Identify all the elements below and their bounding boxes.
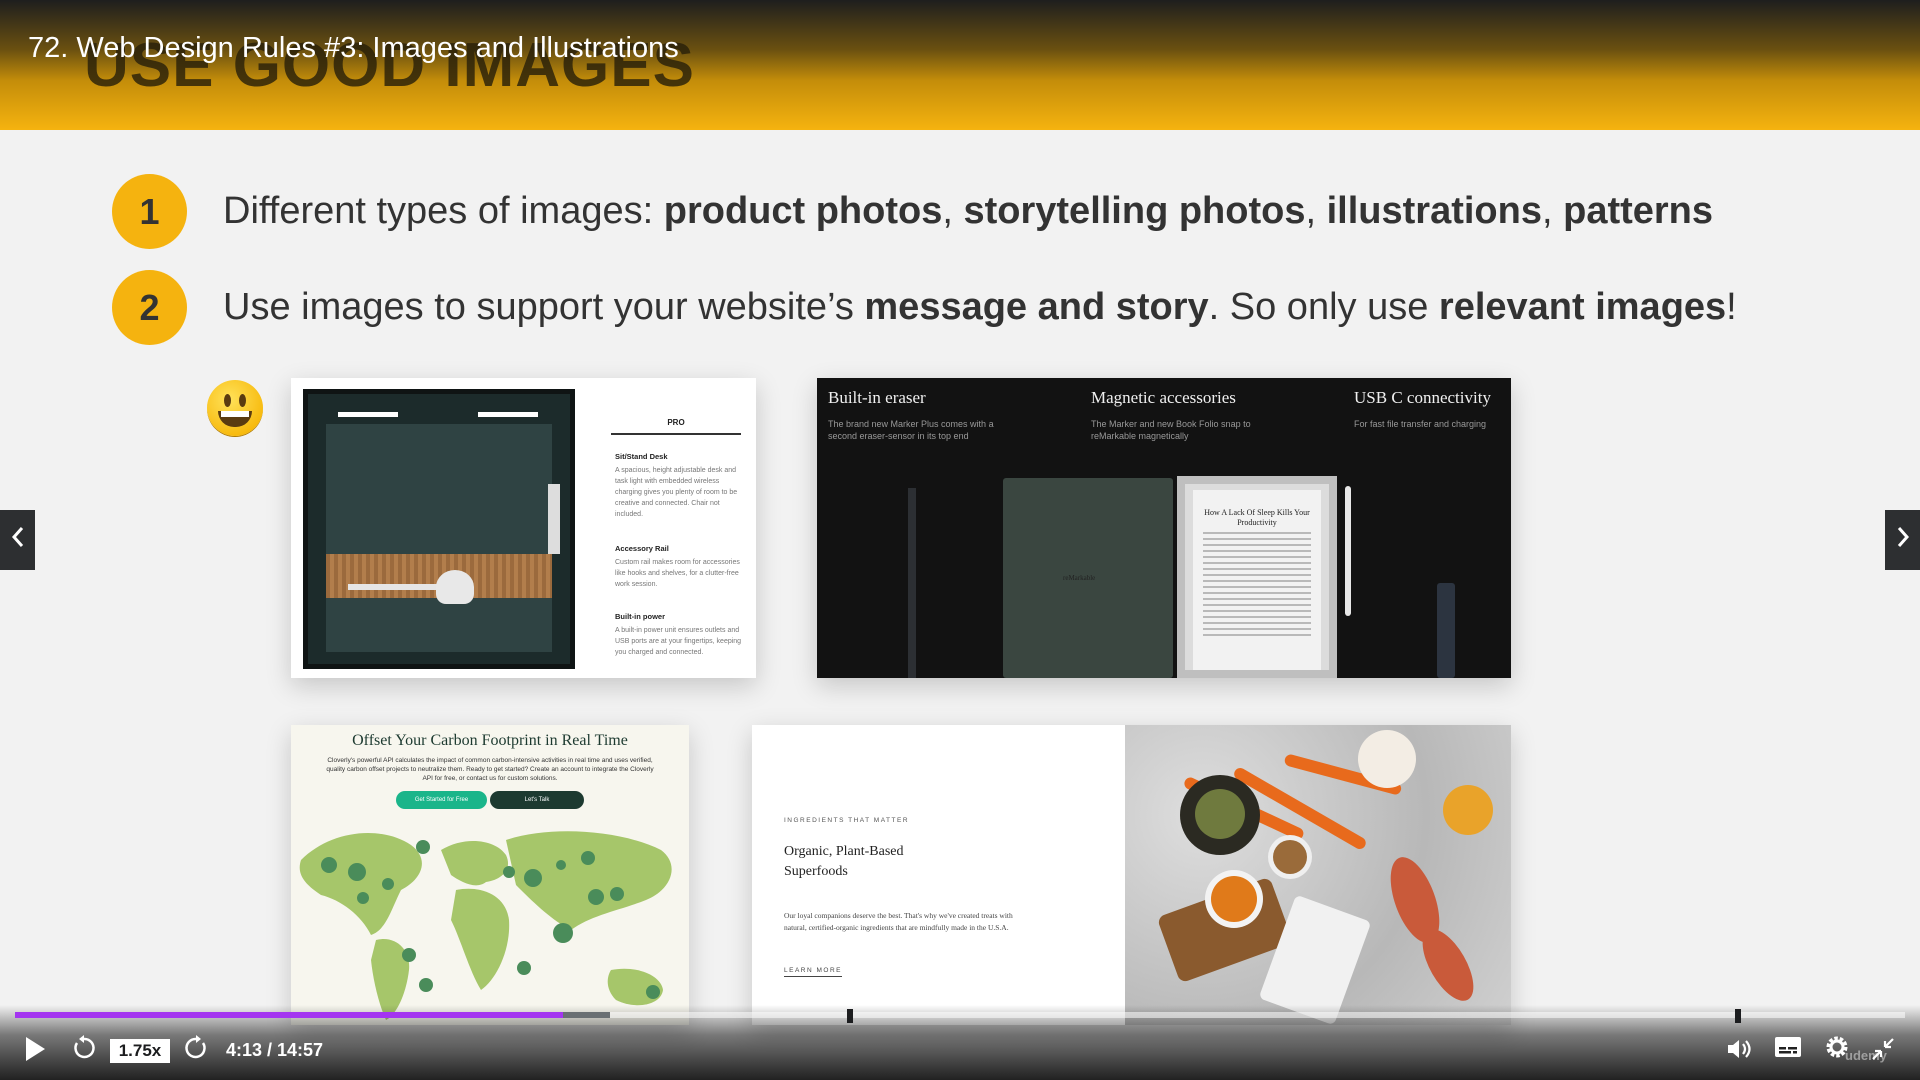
play-button[interactable] [22,1036,48,1066]
food-body: Our loyal companions deserve the best. T… [784,911,1013,932]
superfood-photo [1125,725,1511,1025]
rewind-icon [71,1034,97,1068]
slide-header-band: USE GOOD IMAGES 72. Web Design Rules #3:… [0,0,1920,130]
get-started-button: Get Started for Free [396,791,487,809]
chapter-marker [1734,1009,1741,1023]
book-folio: reMarkable [1003,478,1173,678]
example-storytelling-photo-food: INGREDIENTS THAT MATTER Organic, Plant-B… [752,725,1511,1025]
marker-pen [908,488,916,678]
feature-column: Built-in eraser The brand new Marker Plu… [828,388,994,441]
captions-button[interactable] [1775,1036,1801,1062]
volume-icon [1726,1037,1754,1066]
spec-item: Accessory Rail Custom rail makes room fo… [615,544,740,588]
next-lecture-button[interactable] [1885,510,1920,570]
example-product-photo-booth: PRO Sit/Stand Desk A spacious, height ad… [291,378,756,678]
forward-icon [183,1034,209,1068]
carbon-title: Offset Your Carbon Footprint in Real Tim… [352,732,628,749]
video-title: 72. Web Design Rules #3: Images and Illu… [28,32,679,64]
marker-plus-pen [1345,486,1351,616]
learn-more-link: LEARN MORE [784,967,842,977]
point-number-badge: 2 [112,270,187,345]
feature-column: USB C connectivity For fast file transfe… [1354,388,1491,429]
pro-label: PRO [611,418,741,435]
point-1: 1 Different types of images: product pho… [112,174,1713,249]
chevron-right-icon [1896,526,1910,554]
rewind-5-button[interactable] [70,1034,98,1068]
captions-icon [1775,1036,1801,1062]
lets-talk-button: Let's Talk [490,791,584,809]
spec-item: Sit/Stand Desk A spacious, height adjust… [615,452,738,518]
example-product-photo-tablet: Built-in eraser The brand new Marker Plu… [817,378,1511,678]
smiley-emoji-icon [207,380,263,436]
food-heading: Organic, Plant-Based Superfoods [784,844,904,879]
usb-c-cable [1437,583,1455,678]
played-progress [15,1012,564,1018]
booth-photo [303,389,575,669]
point-text: Different types of images: product photo… [223,190,1714,232]
point-number-badge: 1 [112,174,187,249]
previous-lecture-button[interactable] [0,510,35,570]
food-kicker: INGREDIENTS THAT MATTER [784,817,910,824]
spec-item: Built-in power A built-in power unit ens… [615,612,742,656]
chevron-left-icon [11,526,25,554]
carbon-blurb: Cloverly's powerful API calculates the i… [326,757,654,782]
forward-5-button[interactable] [182,1034,210,1068]
progress-bar[interactable] [15,1009,1905,1023]
playback-speed-button[interactable]: 1.75x [110,1039,170,1063]
tablet-device: How A Lack Of Sleep Kills Your Productiv… [1177,476,1337,678]
feature-column: Magnetic accessories The Marker and new … [1091,388,1251,441]
chapter-marker [846,1009,853,1023]
point-text: Use images to support your website’s mes… [223,286,1737,328]
world-map-illustration [299,831,672,1020]
time-display: 4:13 / 14:57 [226,1040,324,1060]
watermark: udemy [1845,1048,1887,1063]
point-2: 2 Use images to support your website’s m… [112,270,1737,345]
volume-button[interactable] [1725,1036,1755,1066]
example-illustration-carbon: Offset Your Carbon Footprint in Real Tim… [291,725,689,1025]
play-icon [24,1036,46,1067]
